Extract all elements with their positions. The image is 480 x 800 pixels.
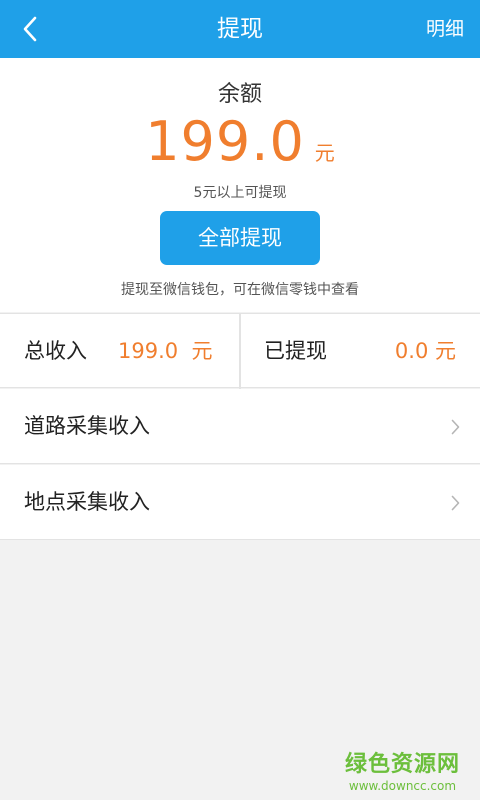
list-item-place-income[interactable]: 地点采集收入 — [0, 465, 480, 540]
page-title: 提现 — [217, 16, 263, 42]
list-item-label: 地点采集收入 — [24, 490, 150, 514]
site-watermark: 绿色资源网 www.downcc.com — [345, 746, 460, 793]
watermark-url: www.downcc.com — [348, 779, 457, 793]
withdrawn-label: 已提现 — [264, 339, 327, 363]
balance-amount: 199.0 — [145, 110, 305, 173]
withdrawn-value: 0.0 元 — [394, 339, 456, 363]
details-link[interactable]: 明细 — [426, 0, 464, 58]
balance-unit: 元 — [314, 141, 335, 165]
income-stats: 总收入 199.0 元 已提现 0.0 元 — [0, 313, 480, 389]
total-income-label: 总收入 — [24, 339, 87, 363]
stats-divider — [239, 314, 241, 389]
total-income-value: 199.0 元 — [118, 339, 213, 363]
minimum-withdraw-note: 5元以上可提现 — [193, 185, 287, 201]
withdraw-all-button[interactable]: 全部提现 — [160, 211, 320, 265]
list-item-label: 道路采集收入 — [24, 414, 150, 438]
watermark-title: 绿色资源网 — [344, 752, 460, 777]
wechat-wallet-note: 提现至微信钱包，可在微信零钱中查看 — [121, 282, 359, 298]
balance-card: 余额 199.0 元 5元以上可提现 全部提现 提现至微信钱包，可在微信零钱中查… — [0, 58, 480, 312]
chevron-right-icon — [451, 495, 460, 511]
chevron-right-icon — [451, 419, 460, 435]
balance-label: 余额 — [217, 82, 262, 107]
app-header: 提现 明细 — [0, 0, 480, 58]
balance-amount-row: 199.0 元 — [0, 110, 480, 178]
list-item-road-income[interactable]: 道路采集收入 — [0, 389, 480, 464]
